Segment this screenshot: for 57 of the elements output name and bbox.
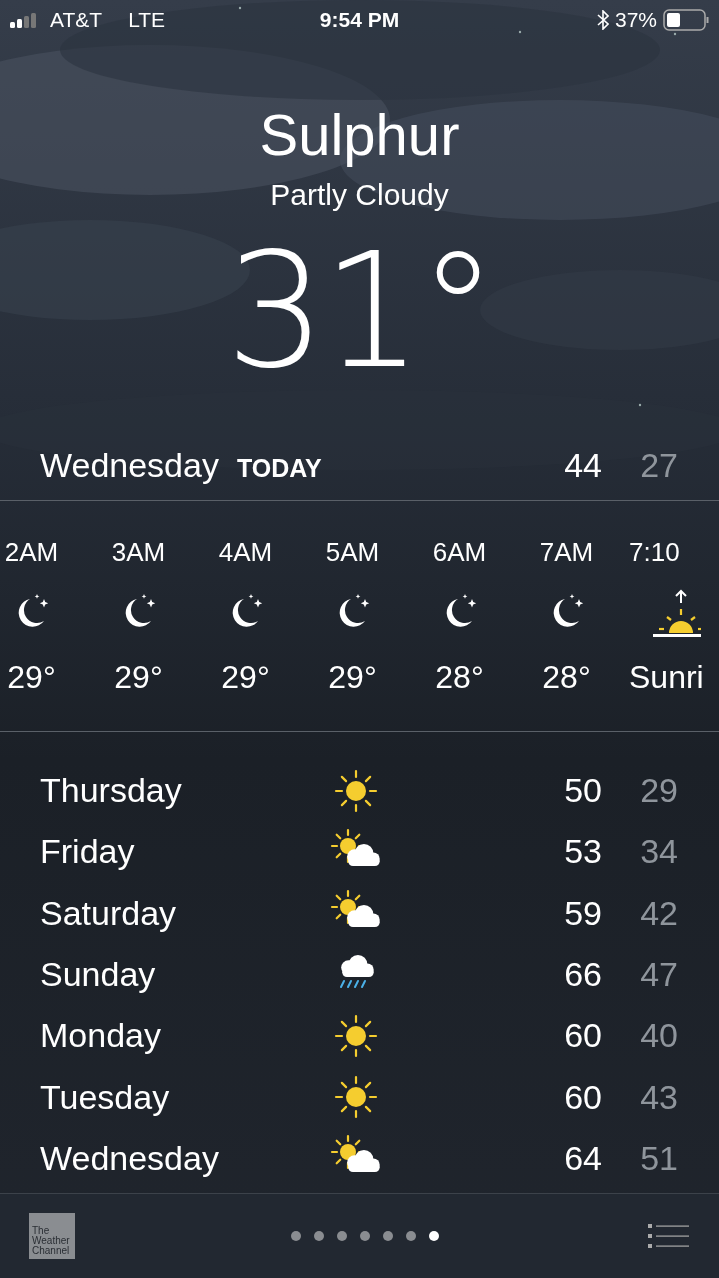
day-name: Friday [40, 832, 136, 872]
low-temperature: 42 [639, 893, 678, 933]
low-temperature: 40 [639, 1016, 678, 1056]
low-temperature: 51 [639, 1138, 678, 1178]
hour-time: 7:10 [629, 536, 680, 567]
network-type: LTE [128, 8, 166, 32]
current-temperature: 31° [225, 232, 494, 390]
clock-time: 9:54 PM [319, 8, 400, 32]
day-name: Sunday [40, 955, 157, 995]
page-dot[interactable] [405, 1231, 416, 1241]
high-temperature: 50 [563, 771, 602, 811]
page-dot[interactable] [428, 1231, 439, 1241]
high-temperature: 44 [563, 446, 602, 485]
day-name: Wednesday [40, 1138, 220, 1178]
page-dot[interactable] [382, 1231, 393, 1241]
low-temperature: 34 [639, 832, 678, 872]
weather-condition: Partly Cloudy [270, 178, 449, 212]
page-dot[interactable] [313, 1231, 324, 1241]
high-temperature: 60 [563, 1016, 602, 1056]
hour-time: 5AM [325, 536, 380, 567]
page-dot[interactable] [359, 1231, 370, 1241]
high-temperature: 64 [563, 1138, 602, 1178]
high-temperature: 66 [563, 955, 602, 995]
hour-temperature: 29° [328, 658, 377, 696]
day-name: Tuesday [40, 1077, 171, 1117]
sunrise-icon [653, 588, 701, 637]
day-name: Thursday [40, 771, 183, 811]
high-temperature: 53 [563, 832, 602, 872]
hour-temperature: 29° [221, 658, 270, 696]
hour-time: 7AM [539, 536, 594, 567]
hour-temperature: 29° [7, 658, 56, 696]
high-temperature: 60 [563, 1077, 602, 1117]
hour-time: 3AM [111, 536, 166, 567]
list-icon[interactable] [648, 1224, 690, 1248]
low-temperature: 47 [639, 955, 678, 995]
day-name: Saturday [40, 893, 178, 933]
high-temperature: 59 [563, 893, 602, 933]
hour-time: 4AM [218, 536, 273, 567]
low-temperature: 43 [639, 1077, 678, 1117]
today-label: TODAY [236, 454, 323, 483]
low-temperature: 29 [639, 771, 678, 811]
carrier-name: AT&T [50, 8, 103, 32]
hour-time: 2AM [4, 536, 59, 567]
battery-percentage: 37% [614, 8, 657, 32]
sunrise-label: Sunri [629, 658, 704, 696]
day-name: Monday [40, 1016, 162, 1056]
hour-temperature: 29° [114, 658, 163, 696]
page-dot[interactable] [290, 1231, 301, 1241]
hour-temperature: 28° [435, 658, 484, 696]
day-name: Wednesday [40, 446, 219, 485]
bluetooth-icon [596, 10, 609, 30]
hour-time: 6AM [432, 536, 487, 567]
hour-temperature: 28° [542, 658, 591, 696]
weather-channel-logo[interactable]: The Weather Channel [29, 1213, 75, 1259]
low-temperature: 27 [639, 446, 678, 485]
battery-icon [663, 9, 709, 31]
page-dot[interactable] [336, 1231, 347, 1241]
